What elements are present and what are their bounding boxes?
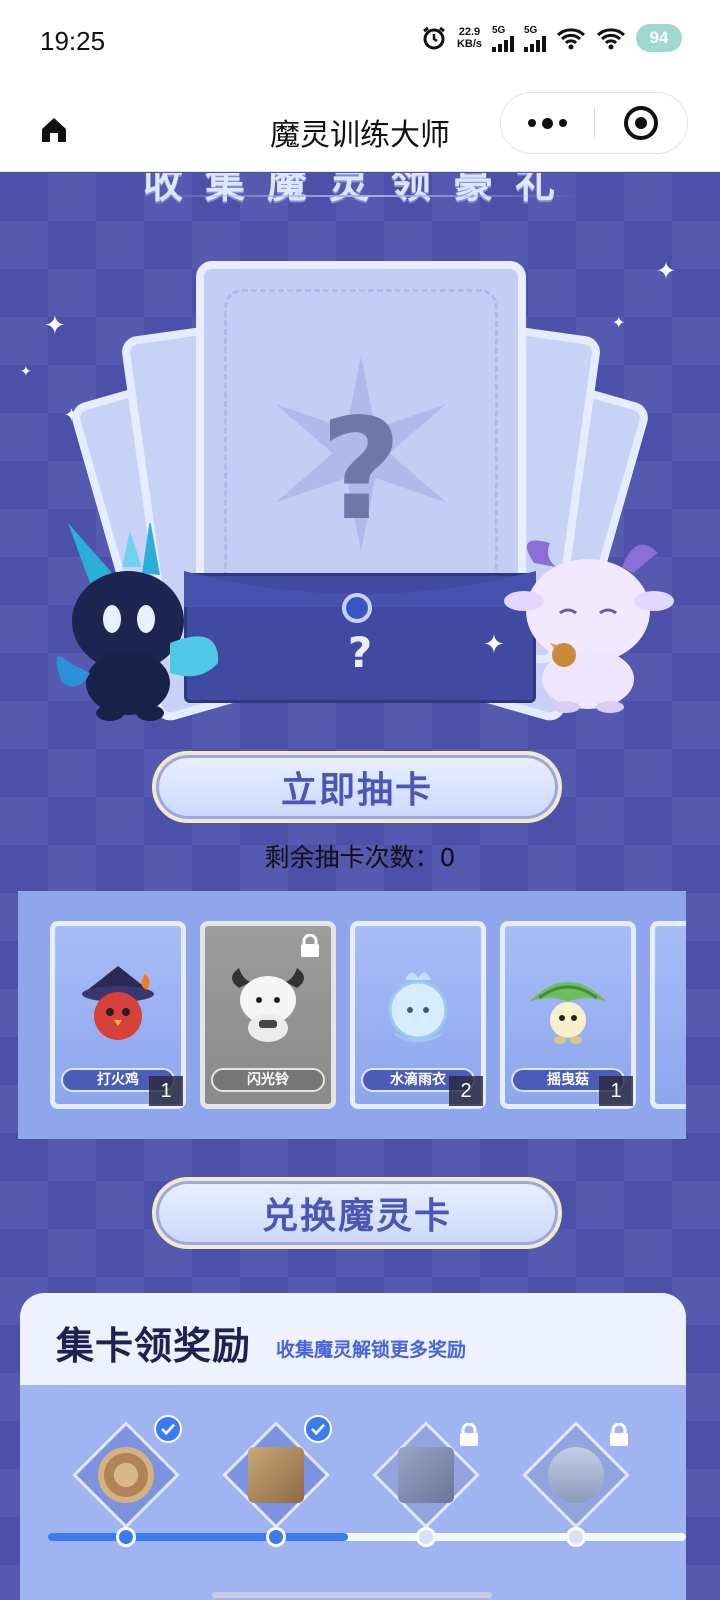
reward-track bbox=[20, 1385, 686, 1600]
lock-icon bbox=[610, 1423, 628, 1446]
home-indicator bbox=[212, 1592, 492, 1598]
sparkle-icon: ✦ bbox=[20, 364, 32, 380]
water-drop-icon bbox=[388, 972, 448, 1043]
sim1-label: 5G bbox=[492, 24, 506, 36]
exchange-card-button[interactable]: 兑换魔灵卡 bbox=[152, 1177, 562, 1249]
progress-node bbox=[266, 1527, 286, 1547]
remaining-count: 0 bbox=[439, 843, 456, 872]
sparkle-icon: ✦ bbox=[44, 311, 66, 341]
remaining-draws: 剩余抽卡次数：0 bbox=[0, 838, 720, 874]
progress-node bbox=[116, 1527, 136, 1547]
remaining-label: 剩余抽卡次数： bbox=[264, 843, 440, 872]
reward-item[interactable] bbox=[522, 1421, 630, 1529]
mini-program-capsule bbox=[500, 92, 688, 154]
signal-icon: 5G bbox=[524, 25, 546, 52]
spirit-card[interactable]: 摇曳菇 1 bbox=[500, 921, 636, 1109]
mushroom-icon bbox=[529, 982, 607, 1044]
purple-goat-mascot bbox=[504, 540, 674, 713]
sparkle-icon: ✦ bbox=[483, 630, 505, 660]
spirit-card[interactable]: 打火鸡 1 bbox=[50, 921, 186, 1109]
wifi-icon bbox=[556, 28, 586, 50]
spirit-card[interactable]: 水滴雨衣 2 bbox=[350, 921, 486, 1109]
reward-item[interactable] bbox=[222, 1415, 332, 1529]
close-button[interactable] bbox=[595, 93, 687, 153]
envelope-mark: ? bbox=[347, 628, 373, 677]
sparkle-icon: ✦ bbox=[656, 257, 677, 285]
reward-item[interactable] bbox=[372, 1421, 480, 1529]
spirit-count: 2 bbox=[449, 1076, 483, 1106]
fire-chicken-icon bbox=[82, 966, 154, 1040]
scroll-icon bbox=[248, 1447, 304, 1503]
status-icons: 22.9 KB/s 5G 5G 94 bbox=[421, 24, 682, 52]
sim2-label: 5G bbox=[524, 24, 538, 36]
hourglass-icon bbox=[548, 1447, 604, 1503]
flash-bell-icon bbox=[232, 968, 304, 1042]
cookie-icon bbox=[98, 1447, 154, 1503]
close-target-icon bbox=[623, 106, 658, 140]
spirit-count: 1 bbox=[599, 1076, 633, 1106]
progress-node bbox=[566, 1527, 586, 1547]
speed-unit: KB/s bbox=[456, 38, 482, 50]
spirit-card-partial[interactable] bbox=[650, 921, 686, 1109]
more-button[interactable] bbox=[501, 93, 594, 153]
reward-subtitle: 收集魔灵解锁更多奖励 bbox=[276, 1339, 467, 1361]
title-bar: 魔灵训练大师 bbox=[0, 88, 720, 172]
status-time: 19:25 bbox=[40, 26, 106, 56]
reward-panel: 集卡领奖励 收集魔灵解锁更多奖励 bbox=[20, 1293, 686, 1600]
wifi-icon bbox=[596, 28, 626, 50]
envelope-clasp bbox=[342, 593, 372, 623]
reward-item[interactable] bbox=[72, 1415, 182, 1529]
lock-icon bbox=[460, 1423, 478, 1446]
spirit-card-list[interactable]: 打火鸡 1 闪光铃 水滴雨衣 2 摇曳菇 1 bbox=[18, 891, 686, 1139]
dark-rabbit-mascot bbox=[56, 523, 219, 721]
progress-node bbox=[416, 1527, 436, 1547]
spirit-name: 闪光铃 bbox=[211, 1068, 325, 1092]
network-speed: 22.9 KB/s bbox=[457, 26, 482, 50]
speed-value: 22.9 bbox=[458, 26, 481, 38]
spirit-count: 1 bbox=[149, 1076, 183, 1106]
signal-icon: 5G bbox=[492, 25, 514, 52]
spirit-card[interactable]: 闪光铃 bbox=[200, 921, 336, 1109]
lock-icon bbox=[301, 934, 319, 957]
status-bar: 19:25 22.9 KB/s 5G 5G 94 bbox=[0, 0, 720, 88]
mystery-mark: ? bbox=[320, 389, 402, 552]
reward-progress-fill bbox=[48, 1533, 348, 1541]
check-icon bbox=[304, 1415, 332, 1443]
main-content: 收集魔灵领豪礼 ✦ ✦ ✦ ✦ ✦ ✶ ? ? ✦ bbox=[0, 173, 720, 1600]
alarm-icon bbox=[423, 26, 445, 50]
battery-icon: 94 bbox=[636, 24, 682, 52]
reward-title: 集卡领奖励 bbox=[56, 1324, 252, 1368]
draw-card-button[interactable]: 立即抽卡 bbox=[152, 751, 562, 823]
banner-underline bbox=[140, 195, 580, 197]
banner-title: 收集魔灵领豪礼 bbox=[143, 173, 577, 207]
check-icon bbox=[154, 1415, 182, 1443]
book-icon bbox=[398, 1447, 454, 1503]
